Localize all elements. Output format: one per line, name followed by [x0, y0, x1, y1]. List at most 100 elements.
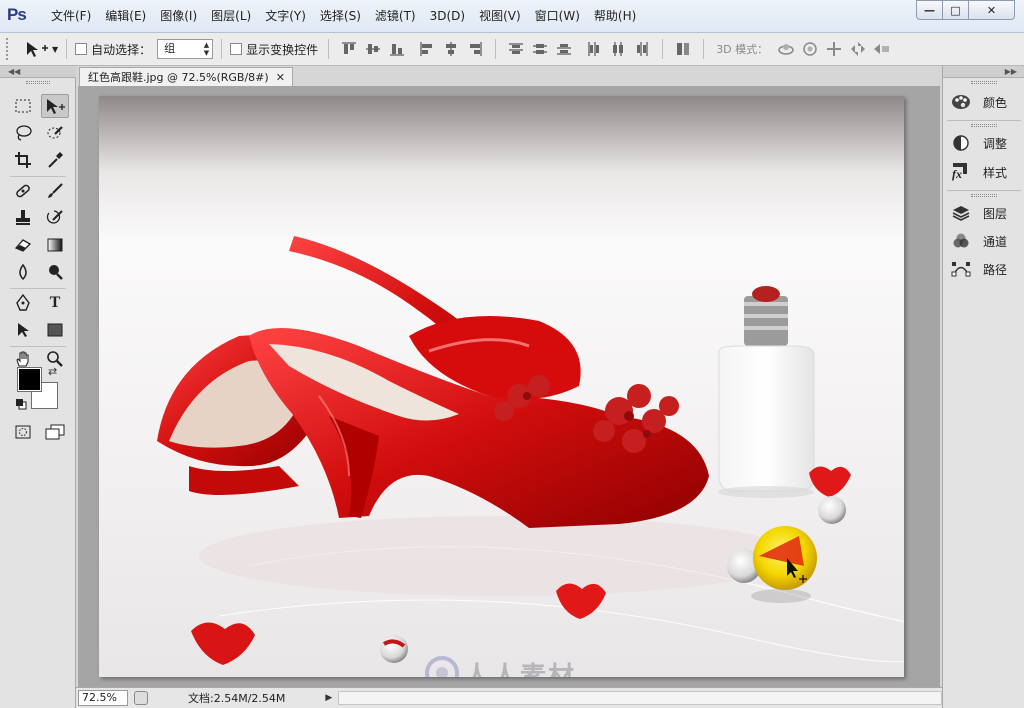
distribute-hcenter-icon[interactable] [608, 39, 628, 59]
history-brush-icon [46, 210, 63, 224]
maximize-icon: □ [950, 3, 961, 17]
chevron-down-icon: ▼ [52, 44, 59, 54]
menu-select[interactable]: 选择(S) [313, 0, 368, 33]
menu-view[interactable]: 视图(V) [472, 0, 528, 33]
maximize-button[interactable]: □ [942, 0, 969, 20]
scale-3d-icon[interactable] [872, 39, 892, 59]
quick-mask-icon [15, 425, 31, 439]
separator [221, 39, 223, 59]
spot-healing-tool[interactable] [9, 179, 37, 203]
slide-3d-icon[interactable] [848, 39, 868, 59]
panel-color[interactable]: 颜色 [951, 90, 1021, 114]
panel-styles[interactable]: fx 样式 [951, 160, 1021, 184]
rect-marquee-icon [15, 99, 31, 113]
rectangle-shape-icon [47, 323, 63, 337]
distribute-bottom-icon[interactable] [554, 39, 574, 59]
align-left-icon[interactable] [417, 39, 437, 59]
crop-icon [15, 152, 31, 168]
adjustments-icon [951, 133, 971, 153]
pan-3d-icon[interactable] [824, 39, 844, 59]
eyedropper-tool[interactable] [41, 148, 69, 172]
show-transform-checkbox[interactable]: 显示变换控件 [230, 41, 318, 58]
menu-filter[interactable]: 滤镜(T) [368, 0, 423, 33]
auto-select-target-select[interactable]: 组 ▲ ▼ [157, 39, 214, 59]
dodge-tool[interactable] [41, 260, 69, 284]
document-image[interactable]: 人人素材 [99, 96, 904, 677]
align-right-icon[interactable] [465, 39, 485, 59]
panel-color-label: 颜色 [983, 95, 1008, 110]
clone-stamp-tool[interactable] [9, 206, 37, 230]
menu-help[interactable]: 帮助(H) [587, 0, 643, 33]
history-brush-tool[interactable] [41, 206, 69, 230]
align-vcenter-icon[interactable] [363, 39, 383, 59]
tool-preset-picker[interactable]: ▼ [24, 40, 58, 58]
checkbox-box[interactable] [75, 43, 88, 55]
collapse-arrows-icon[interactable]: ▶▶ [943, 66, 1024, 78]
path-select-icon [18, 323, 29, 337]
menu-type[interactable]: 文字(Y) [258, 0, 313, 33]
menu-layer[interactable]: 图层(L) [204, 0, 258, 33]
close-icon[interactable]: ✕ [276, 68, 285, 87]
document-tab[interactable]: 红色高跟鞋.jpg @ 72.5%(RGB/8#) ✕ [79, 67, 293, 87]
panel-grip[interactable] [971, 194, 997, 197]
tool-separator [10, 176, 66, 177]
zoom-field[interactable]: 72.5% [78, 690, 128, 706]
panel-paths[interactable]: 路径 [951, 257, 1021, 281]
status-info-icon[interactable] [134, 691, 148, 705]
crop-tool[interactable] [9, 148, 37, 172]
menu-image[interactable]: 图像(I) [153, 0, 204, 33]
menu-3d[interactable]: 3D(D) [423, 0, 472, 33]
collapse-arrows-icon[interactable]: ◀◀ [0, 66, 76, 78]
type-tool[interactable]: T [41, 291, 69, 315]
panel-grip[interactable] [971, 81, 997, 84]
align-bottom-icon[interactable] [387, 39, 407, 59]
main-menu: 文件(F) 编辑(E) 图像(I) 图层(L) 文字(Y) 选择(S) 滤镜(T… [44, 0, 643, 33]
dodge-icon [49, 265, 63, 280]
gradient-tool[interactable] [41, 233, 69, 257]
status-bar: 72.5% 文档:2.54M/2.54M ▶ [76, 687, 942, 708]
minimize-button[interactable]: — [916, 0, 943, 20]
canvas-area[interactable]: 人人素材 [78, 86, 940, 687]
blur-tool[interactable] [9, 260, 37, 284]
panel-layers[interactable]: 图层 [951, 201, 1021, 225]
horizontal-scrollbar[interactable] [338, 691, 942, 705]
auto-align-layers-icon[interactable] [673, 39, 693, 59]
pen-tool[interactable] [9, 291, 37, 315]
lasso-tool[interactable] [9, 121, 37, 145]
rect-marquee-tool[interactable] [9, 94, 37, 118]
screen-mode-button[interactable] [41, 420, 69, 444]
align-hcenter-icon[interactable] [441, 39, 461, 59]
quick-mask-button[interactable] [9, 420, 37, 444]
panel-paths-label: 路径 [983, 262, 1008, 277]
distribute-left-icon[interactable] [584, 39, 604, 59]
document-tab-title: 红色高跟鞋.jpg @ 72.5%(RGB/8#) [88, 71, 269, 84]
default-colors-icon[interactable] [15, 398, 27, 410]
path-selection-tool[interactable] [9, 318, 37, 342]
panel-grip[interactable] [26, 81, 50, 84]
foreground-color-swatch[interactable] [17, 367, 42, 392]
close-window-button[interactable]: ✕ [968, 0, 1015, 20]
panel-channels-label: 通道 [983, 234, 1008, 249]
roll-3d-icon[interactable] [800, 39, 820, 59]
auto-select-checkbox[interactable]: 自动选择： [75, 41, 151, 58]
options-grip[interactable] [6, 38, 10, 60]
swap-colors-icon[interactable]: ⇄ [48, 365, 57, 378]
distribute-top-icon[interactable] [506, 39, 526, 59]
panel-adjustments[interactable]: 调整 [951, 131, 1021, 155]
checkbox-box[interactable] [230, 43, 243, 55]
distribute-vcenter-icon[interactable] [530, 39, 550, 59]
align-top-icon[interactable] [339, 39, 359, 59]
distribute-right-icon[interactable] [632, 39, 652, 59]
eraser-tool[interactable] [9, 233, 37, 257]
menu-window[interactable]: 窗口(W) [528, 0, 587, 33]
rotate-3d-icon[interactable] [776, 39, 796, 59]
status-menu-arrow-icon[interactable]: ▶ [325, 693, 332, 703]
brush-tool[interactable] [41, 179, 69, 203]
menu-edit[interactable]: 编辑(E) [98, 0, 153, 33]
rectangle-tool[interactable] [41, 318, 69, 342]
panel-channels[interactable]: 通道 [951, 229, 1021, 253]
quick-select-tool[interactable] [41, 121, 69, 145]
menu-file[interactable]: 文件(F) [44, 0, 98, 33]
panel-grip[interactable] [971, 124, 997, 127]
move-tool[interactable] [41, 94, 69, 118]
